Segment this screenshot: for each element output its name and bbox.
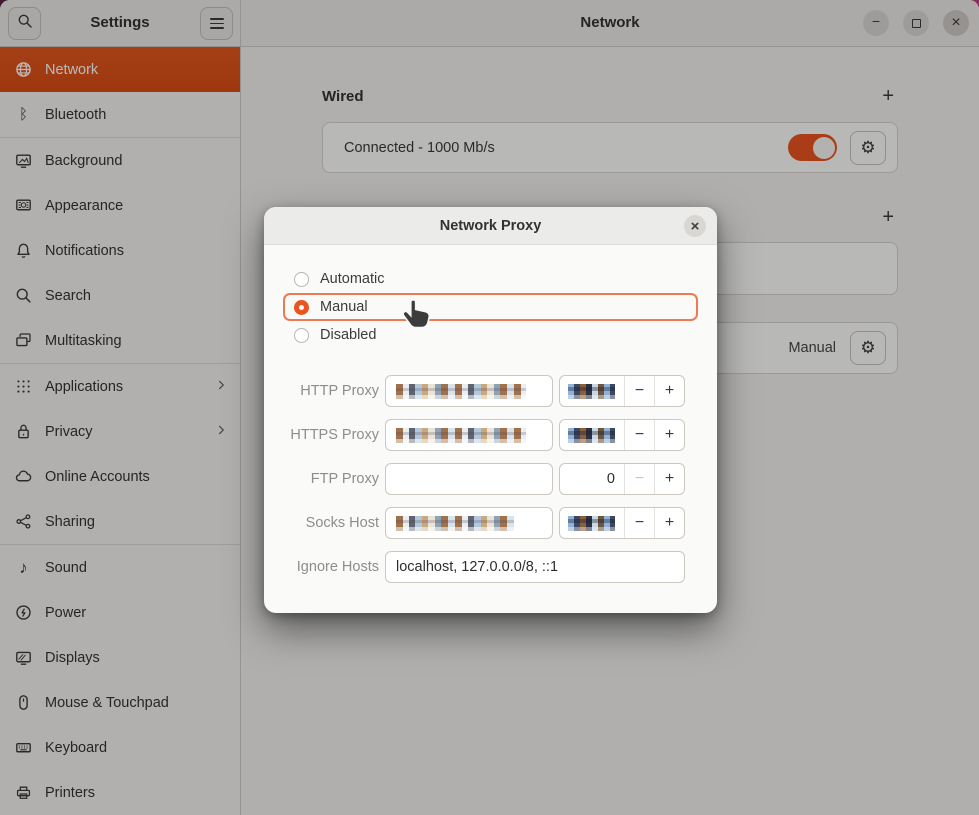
decrement-button[interactable]: − [624,508,654,538]
dialog-header: Network Proxy × [264,207,717,245]
ftp-port-value[interactable]: 0 [560,464,624,494]
decrement-button[interactable]: − [624,376,654,406]
dialog-body: Automatic Manual Disabled HTTP Proxy − +… [264,245,717,583]
http-proxy-label: HTTP Proxy [283,383,379,399]
hand-pointer-cursor [401,298,432,338]
socks-port-spinbutton[interactable]: − + [559,507,685,539]
dialog-close-button[interactable]: × [684,215,706,237]
increment-button[interactable]: + [654,508,684,538]
radio-checked-icon[interactable] [294,300,309,315]
settings-window: Settings Network − × Network ᛒ Bluetooth… [0,0,979,815]
radio-unchecked-icon[interactable] [294,272,309,287]
https-proxy-label: HTTPS Proxy [283,427,379,443]
http-port-value[interactable] [560,376,624,406]
decrement-button[interactable]: − [624,464,654,494]
proxy-mode-disabled[interactable]: Disabled [283,321,698,349]
increment-button[interactable]: + [654,420,684,450]
network-proxy-dialog: Network Proxy × Automatic Manual Disable… [264,207,717,613]
http-proxy-input[interactable] [385,375,553,407]
mode-label: Manual [320,299,368,315]
http-port-spinbutton[interactable]: − + [559,375,685,407]
redacted-value [568,428,615,443]
redacted-value [396,516,514,531]
socks-host-input[interactable] [385,507,553,539]
proxy-mode-automatic[interactable]: Automatic [283,265,698,293]
decrement-button[interactable]: − [624,420,654,450]
proxy-mode-manual[interactable]: Manual [283,293,698,321]
mode-label: Automatic [320,271,384,287]
ignore-hosts-label: Ignore Hosts [283,559,379,575]
proxy-fields: HTTP Proxy − + HTTPS Proxy − + FTP Proxy [283,375,698,583]
ftp-proxy-label: FTP Proxy [283,471,379,487]
https-proxy-input[interactable] [385,419,553,451]
https-port-value[interactable] [560,420,624,450]
redacted-value [568,384,615,399]
redacted-value [568,516,615,531]
https-port-spinbutton[interactable]: − + [559,419,685,451]
redacted-value [396,384,526,399]
increment-button[interactable]: + [654,376,684,406]
ignore-hosts-input[interactable]: localhost, 127.0.0.0/8, ::1 [385,551,685,583]
ignore-hosts-value: localhost, 127.0.0.0/8, ::1 [396,559,558,575]
close-icon: × [691,218,700,235]
radio-unchecked-icon[interactable] [294,328,309,343]
dialog-title: Network Proxy [440,218,542,234]
increment-button[interactable]: + [654,464,684,494]
socks-host-label: Socks Host [283,515,379,531]
socks-port-value[interactable] [560,508,624,538]
mode-label: Disabled [320,327,376,343]
redacted-value [396,428,526,443]
ftp-port-spinbutton[interactable]: 0 − + [559,463,685,495]
ftp-proxy-input[interactable] [385,463,553,495]
